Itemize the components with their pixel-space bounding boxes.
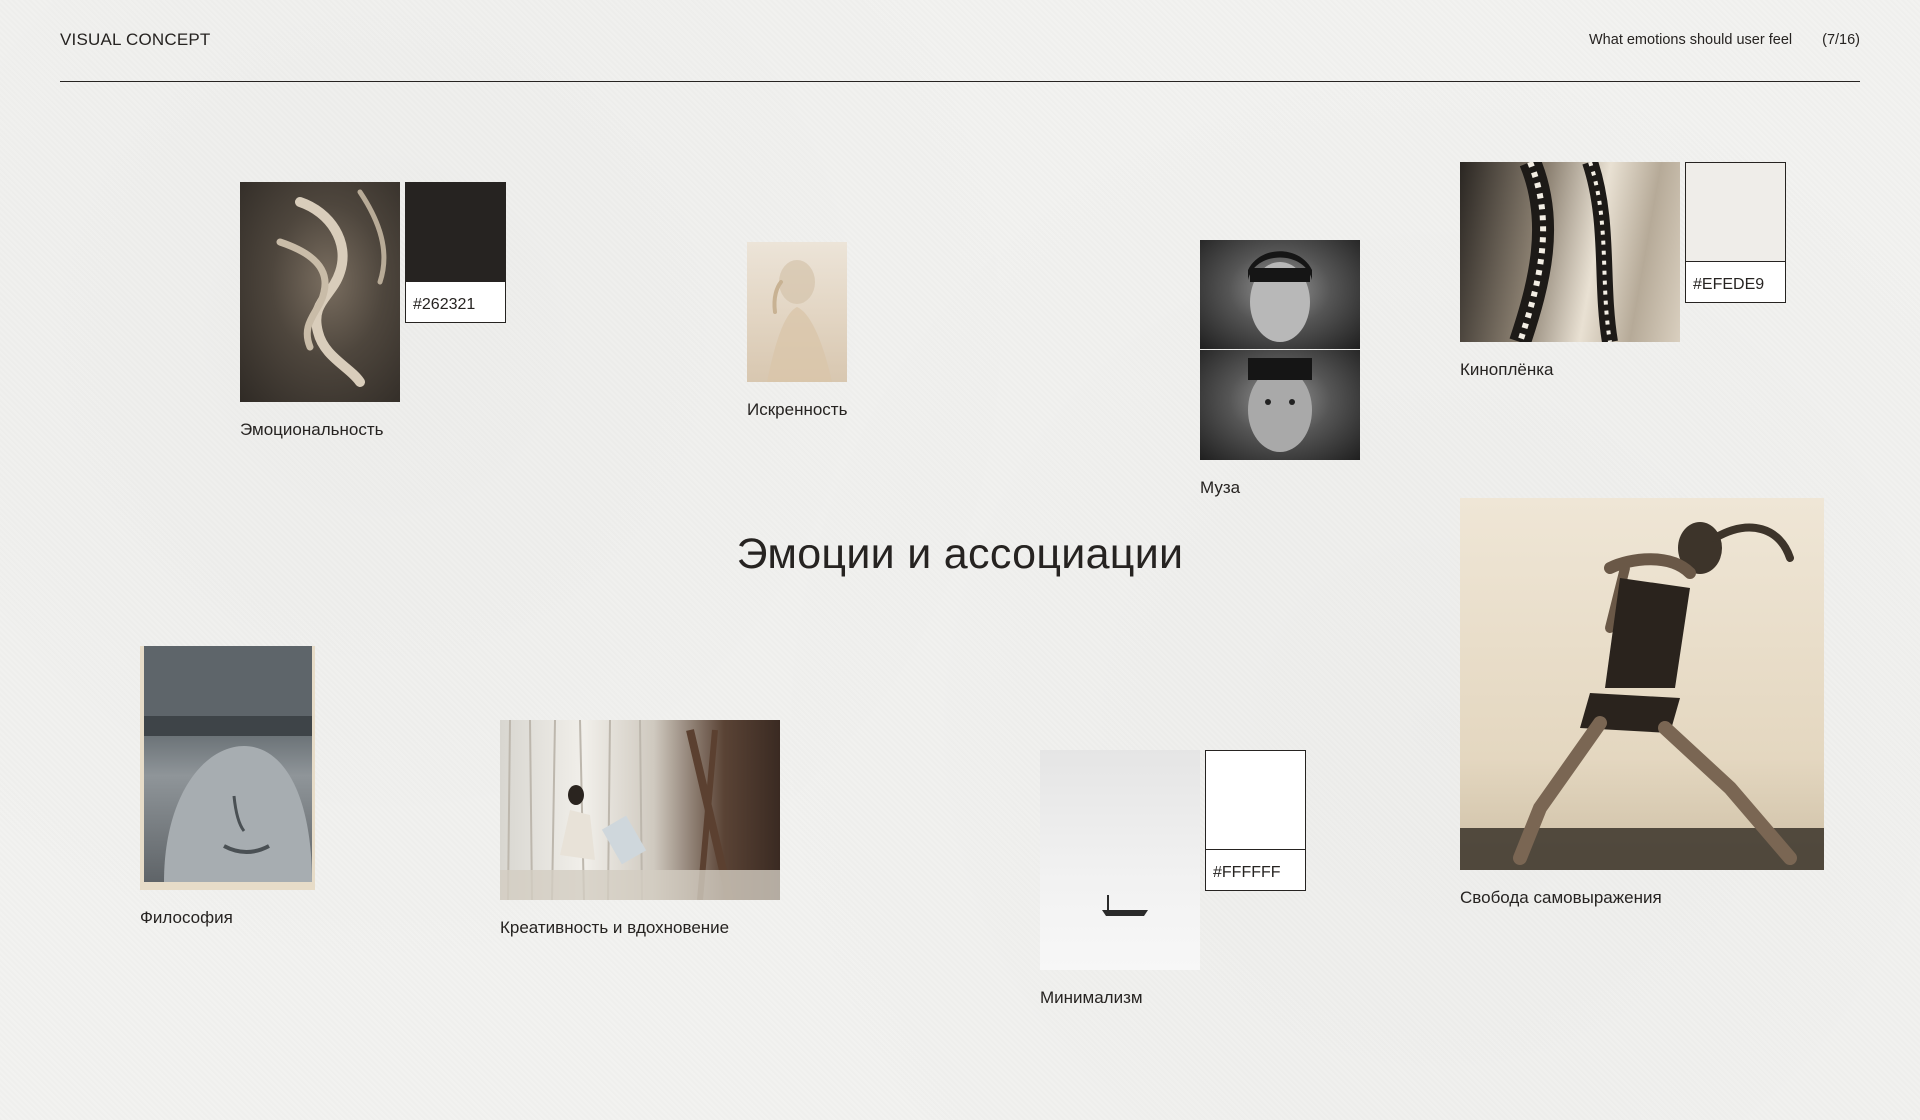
minimal-photo <box>1040 750 1200 970</box>
swatch-film: #EFEDE9 <box>1685 162 1786 303</box>
swatch-code: #262321 <box>413 296 476 313</box>
veil-illustration <box>767 260 832 382</box>
brand-label: VISUAL CONCEPT <box>60 30 211 49</box>
header-divider <box>60 81 1860 82</box>
header-meta: What emotions should user feel (7/16) <box>1589 32 1860 48</box>
swatch-code: #EFEDE9 <box>1693 276 1765 293</box>
studio-photo <box>500 720 780 900</box>
swatch-emotionality: #262321 <box>405 182 506 323</box>
swatch-chip <box>406 183 505 282</box>
muse-photo-bottom <box>1200 350 1360 460</box>
swatch-minimalism: #FFFFFF <box>1205 750 1306 891</box>
caption-philosophy: Философия <box>140 908 233 927</box>
boat-illustration <box>1102 895 1148 916</box>
muse-face-illustration-2 <box>1248 358 1312 452</box>
muse-photo-top <box>1200 240 1360 349</box>
caption-emotionality: Эмоциональность <box>240 420 384 439</box>
studio-illustration <box>500 720 780 900</box>
dancer-photo <box>1460 498 1824 870</box>
caption-muse: Муза <box>1200 478 1241 497</box>
caption-film: Киноплёнка <box>1460 360 1554 379</box>
section-label: What emotions should user feel <box>1589 32 1793 48</box>
swatch-code: #FFFFFF <box>1213 864 1281 881</box>
page-counter: (7/16) <box>1822 32 1860 48</box>
caption-minimalism: Минимализм <box>1040 988 1143 1007</box>
swatch-chip <box>1206 751 1305 850</box>
veil-photo <box>747 242 847 382</box>
caption-freedom: Свобода самовыражения <box>1460 888 1662 907</box>
swatch-chip <box>1686 163 1785 262</box>
hands-photo <box>240 182 400 402</box>
philosophy-collage <box>144 646 312 882</box>
muse-face-illustration <box>1248 251 1312 342</box>
film-strip-illustration <box>1509 162 1618 342</box>
caption-sincerity: Искренность <box>747 400 848 419</box>
film-photo <box>1460 162 1680 342</box>
face-collage-illustration <box>144 646 312 882</box>
dancer-illustration <box>1460 522 1824 870</box>
hands-illustration <box>276 189 387 387</box>
philosophy-photo <box>140 646 315 890</box>
caption-creativity: Креативность и вдохновение <box>500 918 730 937</box>
